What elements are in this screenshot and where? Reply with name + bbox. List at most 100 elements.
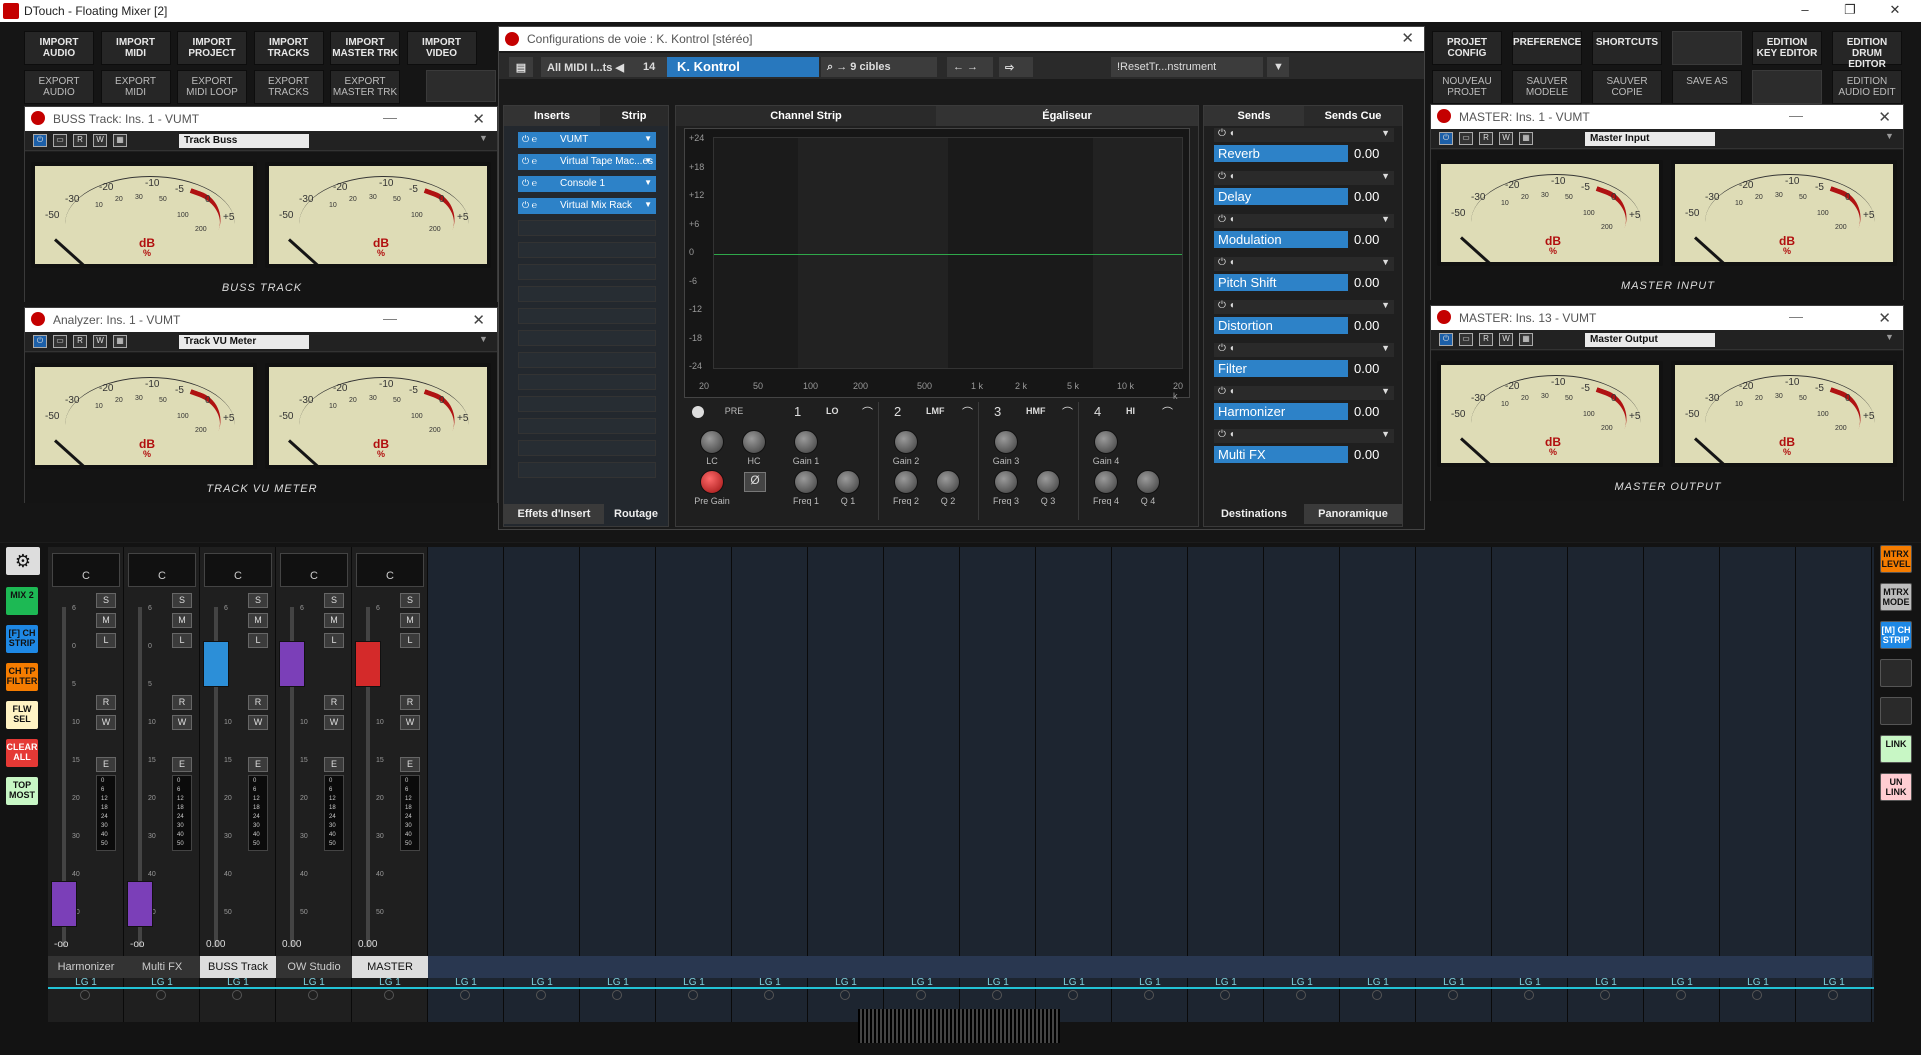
s-button[interactable]: S [324,593,344,608]
insert-power-icon[interactable]: ⏻ ℮ [522,156,537,167]
r-button[interactable]: R [172,695,192,710]
send-slot[interactable]: ⏻ ◖ ▼ Multi FX 0.00 [1214,429,1394,469]
chevron-down-icon[interactable]: ▼ [1381,429,1390,439]
send-level[interactable]: 0.00 [1354,189,1379,204]
volume-fader[interactable] [279,641,305,687]
send-slot[interactable]: ⏻ ◖ ▼ Delay 0.00 [1214,171,1394,211]
send-level[interactable]: 0.00 [1354,404,1379,419]
m-button[interactable]: M [248,613,268,628]
link-button[interactable]: LINK [1880,735,1912,763]
insert-slot[interactable]: ⏻ ℮ Virtual Mix Rack ▼ [518,198,656,214]
preset-field[interactable]: Track Buss [179,134,309,148]
import-video-button[interactable]: IMPORT VIDEO [406,31,477,65]
send-slot[interactable]: ⏻ ◖ ▼ Harmonizer 0.00 [1214,386,1394,426]
volume-fader[interactable] [203,641,229,687]
close-icon[interactable]: ✕ [472,110,485,128]
send-level[interactable]: 0.00 [1354,318,1379,333]
gain-knob[interactable] [994,430,1018,454]
gain-knob[interactable] [894,430,918,454]
minimize-icon[interactable]: — [1789,107,1803,123]
preference-button[interactable]: PREFERENCE [1512,31,1582,65]
link-group-knob[interactable] [1448,990,1458,1000]
tab-destinations[interactable]: Destinations [1204,504,1304,524]
chevron-down-icon[interactable]: ▼ [1381,386,1390,396]
-m-ch-strip-button[interactable]: [M] CH STRIP [1880,621,1912,649]
top-most-button[interactable]: TOP MOST [6,777,38,805]
-f-ch-strip-button[interactable]: [F] CH STRIP [6,625,38,653]
insert-slot[interactable]: ⏻ ℮ Console 1 ▼ [518,176,656,192]
chevron-down-icon[interactable]: ▼ [1885,131,1894,141]
link-group-knob[interactable] [308,990,318,1000]
tab-strip[interactable]: Strip [600,106,668,126]
import-midi-button[interactable]: IMPORT MIDI [100,31,171,65]
pre-gain-knob[interactable] [700,470,724,494]
pan-control[interactable]: C [280,553,348,587]
send-power-icon[interactable]: ⏻ ◖ [1218,343,1235,354]
read-icon[interactable]: R [73,335,87,348]
l-button[interactable]: L [96,633,116,648]
s-button[interactable]: S [96,593,116,608]
gear-icon[interactable]: ⚙ [6,547,40,575]
blank2-button[interactable] [1752,70,1822,104]
tab-egaliseur[interactable]: Égaliseur [936,106,1198,126]
prev-next-arrows[interactable]: ← → [947,57,993,77]
tab-channel-strip[interactable]: Channel Strip [676,106,936,126]
l-button[interactable]: L [324,633,344,648]
s-button[interactable]: S [400,593,420,608]
link-group-knob[interactable] [232,990,242,1000]
import-tracks-button[interactable]: IMPORT TRACKS [253,31,324,65]
pre-enable-icon[interactable] [692,406,704,418]
l-button[interactable]: L [172,633,192,648]
l-button[interactable]: L [248,633,268,648]
compare-icon[interactable]: ▦ [113,134,127,147]
volume-fader[interactable] [127,881,153,927]
s-button[interactable]: S [172,593,192,608]
send-slot[interactable]: ⏻ ◖ ▼ Reverb 0.00 [1214,128,1394,168]
close-icon[interactable]: ✕ [1878,309,1891,327]
ch-tp-filter-button[interactable]: CH TP FILTER [6,663,38,691]
export-master-trk-button[interactable]: EXPORT MASTER TRK [330,70,400,104]
power-icon[interactable]: ⏻ [1439,333,1453,346]
tab-routage[interactable]: Routage [604,504,668,524]
band-shape-icon[interactable]: ⌒ [862,404,873,420]
write-icon[interactable]: W [1499,333,1513,346]
e-button[interactable]: E [248,757,268,772]
m-button[interactable]: M [324,613,344,628]
gain-knob[interactable] [794,430,818,454]
phase-button[interactable]: Ø [744,472,766,492]
send-level[interactable]: 0.00 [1354,361,1379,376]
channel-name[interactable]: Harmonizer [48,956,124,978]
w-button[interactable]: W [96,715,116,730]
send-power-icon[interactable]: ⏻ ◖ [1218,257,1235,268]
m-button[interactable]: M [96,613,116,628]
preset-field[interactable]: Master Input [1585,132,1715,146]
send-power-icon[interactable]: ⏻ ◖ [1218,300,1235,311]
volume-value[interactable]: 0.00 [358,939,377,950]
window-layout-icon[interactable]: ▤ [509,57,533,77]
chevron-down-icon[interactable]: ▼ [644,156,652,165]
empty-insert-slot[interactable] [518,418,656,434]
pan-control[interactable]: C [128,553,196,587]
freq-knob[interactable] [994,470,1018,494]
link-group-knob[interactable] [384,990,394,1000]
empty-insert-slot[interactable] [518,352,656,368]
compare-icon[interactable]: ▦ [113,335,127,348]
channel-name[interactable]: BUSS Track [200,956,276,978]
link-group-knob[interactable] [1752,990,1762,1000]
write-icon[interactable]: W [1499,132,1513,145]
chevron-down-icon[interactable]: ▼ [1381,214,1390,224]
restore-button[interactable]: ❐ [1835,2,1865,20]
read-icon[interactable]: R [73,134,87,147]
import-master-trk-button[interactable]: IMPORT MASTER TRK [330,31,400,65]
chevron-down-icon[interactable]: ▼ [1381,128,1390,138]
link-group-knob[interactable] [460,990,470,1000]
link-group-knob[interactable] [1296,990,1306,1000]
blank-button[interactable] [1880,659,1912,687]
power-icon[interactable]: ⏻ [1439,132,1453,145]
l-button[interactable]: L [400,633,420,648]
close-icon[interactable]: ✕ [472,311,485,329]
link-group-knob[interactable] [1068,990,1078,1000]
empty-insert-slot[interactable] [518,440,656,456]
chevron-down-icon[interactable]: ▼ [1885,332,1894,342]
chevron-down-icon[interactable]: ▼ [1381,171,1390,181]
